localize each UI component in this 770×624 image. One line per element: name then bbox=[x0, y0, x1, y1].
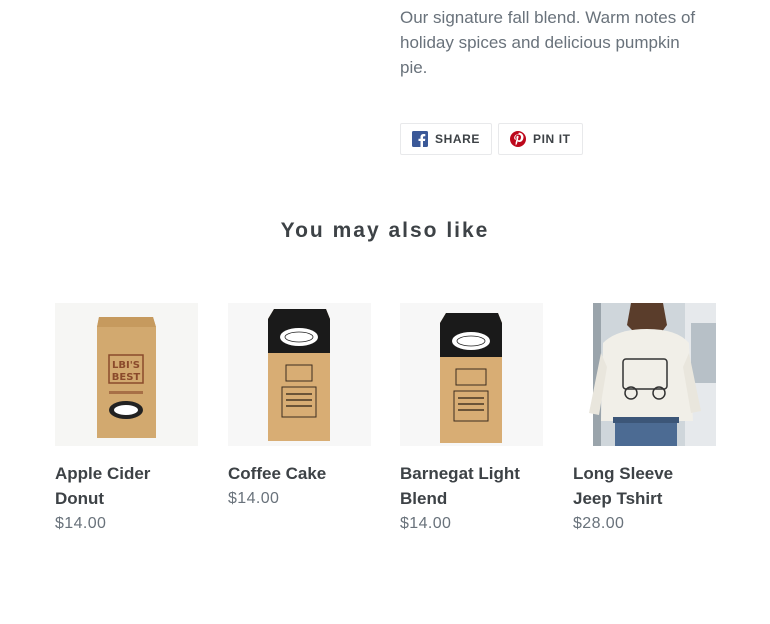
facebook-share-label: SHARE bbox=[435, 132, 481, 146]
product-card[interactable]: Coffee Cake $14.00 bbox=[228, 303, 371, 511]
product-card[interactable]: Long Sleeve Jeep Tshirt $28.00 bbox=[573, 303, 716, 536]
product-name[interactable]: Apple Cider Donut bbox=[55, 461, 198, 511]
product-name[interactable]: Long Sleeve Jeep Tshirt bbox=[573, 461, 716, 511]
product-image[interactable] bbox=[228, 303, 371, 446]
svg-text:BEST: BEST bbox=[112, 372, 141, 383]
product-card[interactable]: Barnegat Light Blend $14.00 bbox=[400, 303, 543, 536]
pinterest-pin-button[interactable]: PIN IT bbox=[498, 123, 583, 155]
product-price: $14.00 bbox=[55, 515, 107, 532]
product-name[interactable]: Coffee Cake bbox=[228, 461, 371, 486]
social-share-row: SHARE PIN IT bbox=[400, 123, 583, 155]
pinterest-icon bbox=[510, 131, 527, 147]
product-image[interactable]: LBI'S BEST bbox=[55, 303, 198, 446]
product-card[interactable]: LBI'S BEST Apple Cider Donut $14.00 bbox=[55, 303, 198, 536]
coffee-bag-image bbox=[228, 303, 371, 446]
pinterest-pin-label: PIN IT bbox=[533, 132, 571, 146]
product-price: $14.00 bbox=[400, 515, 452, 532]
coffee-bag-image: LBI'S BEST bbox=[55, 303, 198, 446]
product-image[interactable] bbox=[400, 303, 543, 446]
product-image[interactable] bbox=[573, 303, 716, 446]
related-products-heading: You may also like bbox=[280, 219, 490, 242]
product-name[interactable]: Barnegat Light Blend bbox=[400, 461, 543, 511]
product-price: $28.00 bbox=[573, 515, 625, 532]
facebook-icon bbox=[412, 131, 428, 147]
facebook-share-button[interactable]: SHARE bbox=[400, 123, 493, 155]
shirt-photo-image bbox=[573, 303, 716, 446]
coffee-bag-image bbox=[400, 303, 543, 446]
product-page: Our signature fall blend. Warm notes of … bbox=[0, 0, 770, 624]
product-description: Our signature fall blend. Warm notes of … bbox=[400, 8, 696, 77]
svg-text:LBI'S: LBI'S bbox=[112, 360, 140, 371]
product-price: $14.00 bbox=[228, 490, 280, 507]
